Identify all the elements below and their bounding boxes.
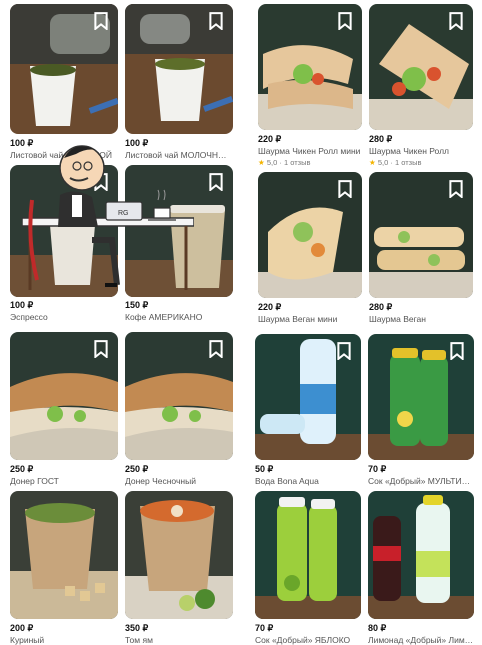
juice-bottle-photo [255,491,361,619]
price: 220 ₽ [258,302,282,312]
product-image[interactable] [10,4,118,134]
product-name[interactable]: Эспрессо [10,312,118,322]
laptop-label: RG [118,210,129,217]
price: 250 ₽ [10,464,34,474]
product-image[interactable] [10,332,118,460]
product-name[interactable]: Том ям [125,635,233,645]
product-image[interactable] [369,172,473,298]
bookmark-icon[interactable] [207,12,225,30]
bookmark-icon[interactable] [207,173,225,191]
product-image[interactable] [258,4,362,130]
price: 350 ₽ [125,623,149,633]
price: 70 ₽ [255,623,274,633]
product-card[interactable]: 220 ₽ Шаурма Веган мини [258,172,362,327]
price: 80 ₽ [368,623,387,633]
product-card[interactable]: 50 ₽ Вода Bona Aqua [255,334,361,489]
price: 150 ₽ [125,300,149,310]
rating: ★ 5,0 · 1 отзыв [258,158,310,167]
product-name[interactable]: Сок «Добрый» МУЛЬТИФРУКТ [368,476,474,486]
rating-value: 5,0 [377,158,389,167]
product-card[interactable]: 350 ₽ Том ям [125,491,233,645]
price: 50 ₽ [255,464,274,474]
price: 100 ₽ [10,300,34,310]
product-card[interactable]: 280 ₽ Шаурма Веган [369,172,473,327]
bookmark-icon[interactable] [336,180,354,198]
bookmark-icon[interactable] [447,12,465,30]
price: 70 ₽ [368,464,387,474]
bookmark-icon[interactable] [92,12,110,30]
soup-photo [125,491,233,619]
product-image[interactable] [255,491,361,619]
rating-value: 5,0 [266,158,278,167]
star-icon: ★ [369,158,376,167]
product-image[interactable] [368,491,474,619]
review-count[interactable]: · 1 отзыв [390,158,421,167]
bookmark-icon[interactable] [448,342,466,360]
review-count[interactable]: · 1 отзыв [279,158,310,167]
restaurant-owner-illustration: RG [21,130,195,295]
rating: ★ 5,0 · 1 отзыв [369,158,421,167]
product-image[interactable] [125,332,233,460]
product-name[interactable]: Вода Bona Aqua [255,476,361,486]
product-name[interactable]: Донер ГОСТ [10,476,118,486]
product-image[interactable] [10,491,118,619]
bookmark-icon[interactable] [335,342,353,360]
product-name[interactable]: Куриный [10,635,118,645]
product-image[interactable] [125,4,233,134]
product-card[interactable]: 220 ₽ Шаурма Чикен Ролл мини ★ 5,0 · 1 о… [258,4,362,167]
bookmark-icon[interactable] [92,340,110,358]
product-card[interactable]: 250 ₽ Донер ГОСТ [10,332,118,487]
product-image[interactable] [369,4,473,130]
soup-photo [10,491,118,619]
product-image[interactable] [125,491,233,619]
product-card[interactable]: 250 ₽ Донер Чесночный [125,332,233,487]
product-card[interactable]: 280 ₽ Шаурма Чикен Ролл ★ 5,0 · 1 отзыв [369,4,473,167]
product-name[interactable]: Лимонад «Добрый» Лимон-Лайм [368,635,474,645]
product-name[interactable]: Шаурма Чикен Ролл мини [258,146,362,156]
bookmark-icon[interactable] [447,180,465,198]
price: 250 ₽ [125,464,149,474]
product-name[interactable]: Шаурма Чикен Ролл [369,146,473,156]
product-card[interactable]: 200 ₽ Куриный [10,491,118,645]
product-card[interactable]: 70 ₽ Сок «Добрый» МУЛЬТИФРУКТ [368,334,474,489]
price: 220 ₽ [258,134,282,144]
product-image[interactable] [255,334,361,460]
product-name[interactable]: Шаурма Веган [369,314,473,324]
product-image[interactable] [258,172,362,298]
price: 200 ₽ [10,623,34,633]
star-icon: ★ [258,158,265,167]
bookmark-icon[interactable] [207,340,225,358]
product-name[interactable]: Донер Чесночный [125,476,233,486]
product-card[interactable]: 80 ₽ Лимонад «Добрый» Лимон-Лайм [368,491,474,645]
product-name[interactable]: Шаурма Веган мини [258,314,362,324]
product-name[interactable]: Кофе АМЕРИКАНО [125,312,233,322]
price: 280 ₽ [369,302,393,312]
product-card[interactable]: 70 ₽ Сок «Добрый» ЯБЛОКО [255,491,361,645]
lemonade-bottle-photo [368,491,474,619]
price: 280 ₽ [369,134,393,144]
bookmark-icon[interactable] [336,12,354,30]
product-image[interactable] [368,334,474,460]
product-name[interactable]: Сок «Добрый» ЯБЛОКО [255,635,361,645]
